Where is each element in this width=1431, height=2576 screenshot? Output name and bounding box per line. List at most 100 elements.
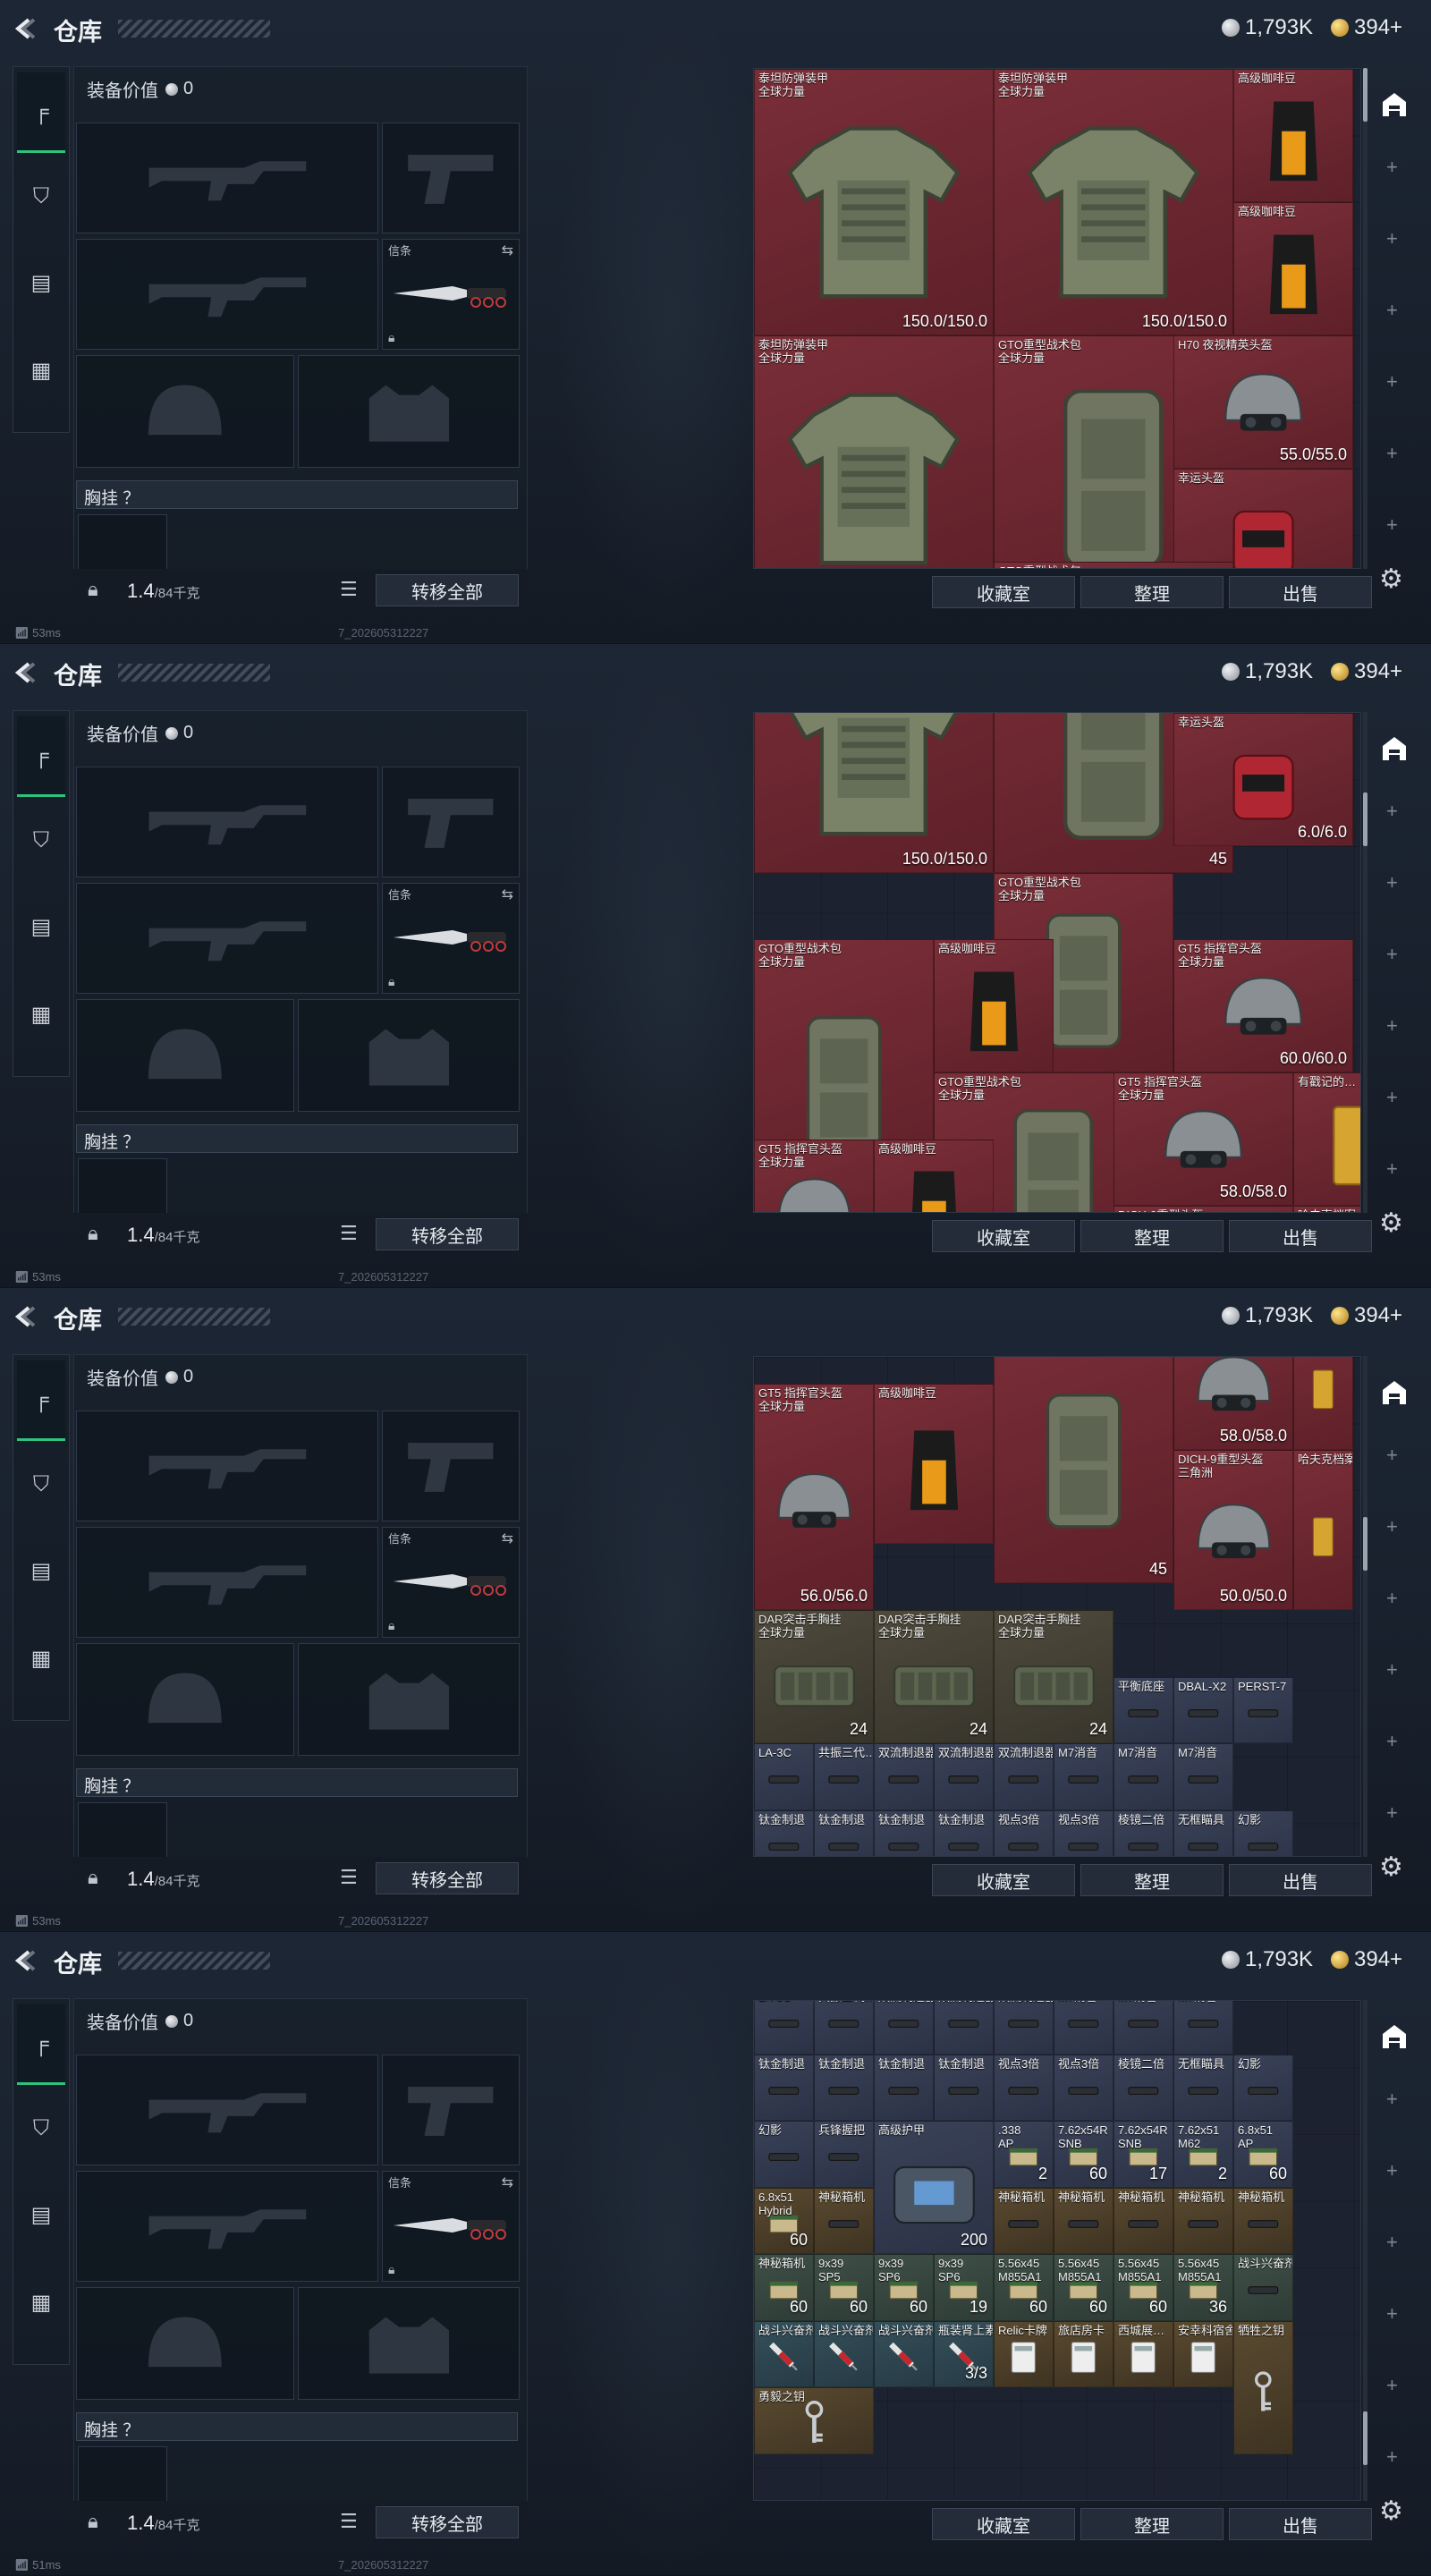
add-storage-tab-icon[interactable]: + <box>1386 1444 1398 1467</box>
chest-rig-header[interactable]: 胸挂 ？ <box>76 480 518 509</box>
pistol-slot[interactable] <box>382 2055 520 2165</box>
storage-item[interactable]: 7.62x54R SNB 17 <box>1113 2121 1173 2188</box>
primary-weapon-slot[interactable] <box>76 123 378 233</box>
add-storage-tab-icon[interactable]: + <box>1386 2088 1398 2111</box>
storage-item[interactable]: DAR突击手胸挂 全球力量 24 <box>994 1610 1113 1744</box>
storage-item[interactable]: 双流制退器 <box>994 1743 1054 1810</box>
back-arrow-icon[interactable] <box>13 16 38 41</box>
storage-item[interactable]: 9x39 SP5 60 <box>814 2254 874 2321</box>
chest-rig-slot[interactable] <box>78 1158 167 1219</box>
storage-item[interactable]: 无框瞄具 <box>1173 1809 1233 1856</box>
sell-button[interactable]: 出售 <box>1229 2508 1372 2540</box>
storage-item[interactable]: 无框瞄具 <box>1173 2054 1233 2122</box>
storage-item[interactable]: 平衡底座 <box>1113 1676 1173 1744</box>
secondary-weapon-slot[interactable] <box>76 1527 378 1638</box>
storage-item[interactable]: 幸运头盔 <box>1173 469 1353 568</box>
add-storage-tab-icon[interactable]: + <box>1386 2159 1398 2182</box>
storage-item[interactable]: 7.62x54R SNB 60 <box>1054 2121 1113 2188</box>
storage-item[interactable]: 战斗兴奋剂 <box>1233 2254 1293 2321</box>
secondary-weapon-slot[interactable] <box>76 2171 378 2282</box>
storage-item[interactable]: 泰坦防弹装甲 全球力量 150.0/150.0 <box>754 69 994 335</box>
storage-item[interactable]: .338 AP 2 <box>994 2121 1054 2188</box>
storage-item[interactable]: 视点3倍 <box>994 1809 1054 1856</box>
storage-item[interactable]: DAR突击手胸挂 全球力量 24 <box>874 1610 994 1744</box>
storage-item[interactable]: 5.56x45 M855A1 60 <box>994 2254 1054 2321</box>
storage-item[interactable]: 钛金制退 <box>754 1809 814 1856</box>
melee-slot[interactable]: 信条 ⇆ 🔒︎ <box>382 1527 520 1638</box>
transfer-all-button[interactable]: 转移全部 <box>376 1218 519 1250</box>
storage-item[interactable]: 150.0/150.0 <box>754 713 994 873</box>
tab-briefcase[interactable]: ▦ <box>17 1618 65 1699</box>
armor-slot[interactable] <box>298 1643 520 1756</box>
add-storage-tab-icon[interactable]: + <box>1386 2302 1398 2326</box>
back-arrow-icon[interactable] <box>13 660 38 685</box>
primary-weapon-slot[interactable] <box>76 2055 378 2165</box>
storage-item[interactable]: 6.8x51 Hybrid 60 <box>754 2187 814 2255</box>
storage-item[interactable]: DAR突击手胸挂 全球力量 24 <box>754 1610 874 1744</box>
transfer-all-button[interactable]: 转移全部 <box>376 574 519 606</box>
storage-item[interactable]: 双流制退器 <box>934 1743 994 1810</box>
storage-item[interactable]: GT5 指挥官头盔 全球力量 56.0/56.0 <box>754 1383 874 1611</box>
storage-item[interactable]: 幻影 <box>1233 1809 1293 1856</box>
add-storage-tab-icon[interactable]: + <box>1386 2445 1398 2469</box>
storage-item[interactable]: 神秘箱机 60 <box>754 2254 814 2321</box>
silver-currency[interactable]: 1,793K <box>1222 658 1313 685</box>
storage-item[interactable]: 瓶装肾上素 3/3 <box>934 2320 994 2388</box>
add-storage-tab-icon[interactable]: + <box>1386 2231 1398 2254</box>
sell-button[interactable]: 出售 <box>1229 1220 1372 1252</box>
storage-item[interactable]: 神秘箱机 <box>1173 2187 1233 2255</box>
collection-room-button[interactable]: 收藏室 <box>932 576 1075 608</box>
silver-currency[interactable]: 1,793K <box>1222 1302 1313 1329</box>
add-storage-tab-icon[interactable]: + <box>1386 1157 1398 1181</box>
settings-gear-icon[interactable]: ⚙ <box>1379 1852 1403 1883</box>
storage-item[interactable]: 泰坦防弹装甲 全球力量 <box>754 335 994 568</box>
storage-item[interactable]: M7消音 <box>1054 2001 1113 2055</box>
add-storage-tab-icon[interactable]: + <box>1386 1587 1398 1610</box>
chest-rig-slot[interactable] <box>78 2446 167 2507</box>
gold-currency[interactable]: 394+ <box>1331 658 1402 685</box>
storage-item[interactable]: 钛金制退 <box>934 1809 994 1856</box>
add-storage-tab-icon[interactable]: + <box>1386 943 1398 966</box>
storage-item[interactable]: 兵锋握把 <box>814 2121 874 2188</box>
tab-weapons[interactable]: ╒ <box>17 72 65 153</box>
storage-item[interactable]: M7消音 <box>1173 1743 1233 1810</box>
storage-item[interactable]: GTO重型战术包 <box>994 562 1233 568</box>
sell-button[interactable]: 出售 <box>1229 576 1372 608</box>
storage-item[interactable]: 神秘箱机 <box>1054 2187 1113 2255</box>
storage-item[interactable]: LA-3C <box>754 2001 814 2055</box>
back-arrow-icon[interactable] <box>13 1304 38 1329</box>
add-storage-tab-icon[interactable]: + <box>1386 1515 1398 1538</box>
add-storage-tab-icon[interactable]: + <box>1386 156 1398 179</box>
warehouse-icon[interactable] <box>1379 733 1410 764</box>
storage-item[interactable]: 双流制退器 <box>934 2001 994 2055</box>
storage-grid[interactable]: GT5 指挥官头盔 全球力量 56.0/56.0 高级咖啡豆 45 58.0/58.0 D… <box>753 1356 1361 1857</box>
pistol-slot[interactable] <box>382 767 520 877</box>
add-storage-tab-icon[interactable]: + <box>1386 1086 1398 1109</box>
add-storage-tab-icon[interactable]: + <box>1386 1658 1398 1682</box>
storage-item[interactable]: 视点3倍 <box>1054 2054 1113 2122</box>
storage-item[interactable]: 幻影 <box>1233 2054 1293 2122</box>
storage-item[interactable]: 有戳记的… <box>1293 1072 1360 1207</box>
storage-item[interactable]: 泰坦防弹装甲 全球力量 150.0/150.0 <box>994 69 1233 335</box>
storage-item[interactable]: 高级咖啡豆 <box>1233 202 1353 335</box>
storage-item[interactable]: 神秘箱机 <box>994 2187 1054 2255</box>
storage-item[interactable]: 钛金制退 <box>934 2054 994 2122</box>
storage-item[interactable]: 双流制退器 <box>994 2001 1054 2055</box>
storage-item[interactable]: 钛金制退 <box>814 2054 874 2122</box>
storage-item[interactable]: 钛金制退 <box>754 2054 814 2122</box>
storage-item[interactable]: M7消音 <box>1113 2001 1173 2055</box>
storage-item[interactable]: 旅店房卡 <box>1054 2320 1113 2388</box>
tab-briefcase[interactable]: ▦ <box>17 330 65 411</box>
collection-room-button[interactable]: 收藏室 <box>932 2508 1075 2540</box>
storage-item[interactable]: 安幸科宿舍 <box>1173 2320 1233 2388</box>
armor-slot[interactable] <box>298 999 520 1112</box>
sort-button[interactable]: 整理 <box>1080 2508 1224 2540</box>
scroll-thumb[interactable] <box>1363 68 1367 122</box>
swap-icon[interactable]: ⇆ <box>502 242 513 259</box>
swap-icon[interactable]: ⇆ <box>502 2174 513 2191</box>
storage-item[interactable]: DBAL-X2 <box>1173 1676 1233 1744</box>
storage-item[interactable]: 棱镜二倍 <box>1113 2054 1173 2122</box>
warehouse-icon[interactable] <box>1379 1377 1410 1408</box>
chest-rig-slot[interactable] <box>78 514 167 575</box>
list-icon[interactable]: ☰ <box>340 578 358 601</box>
